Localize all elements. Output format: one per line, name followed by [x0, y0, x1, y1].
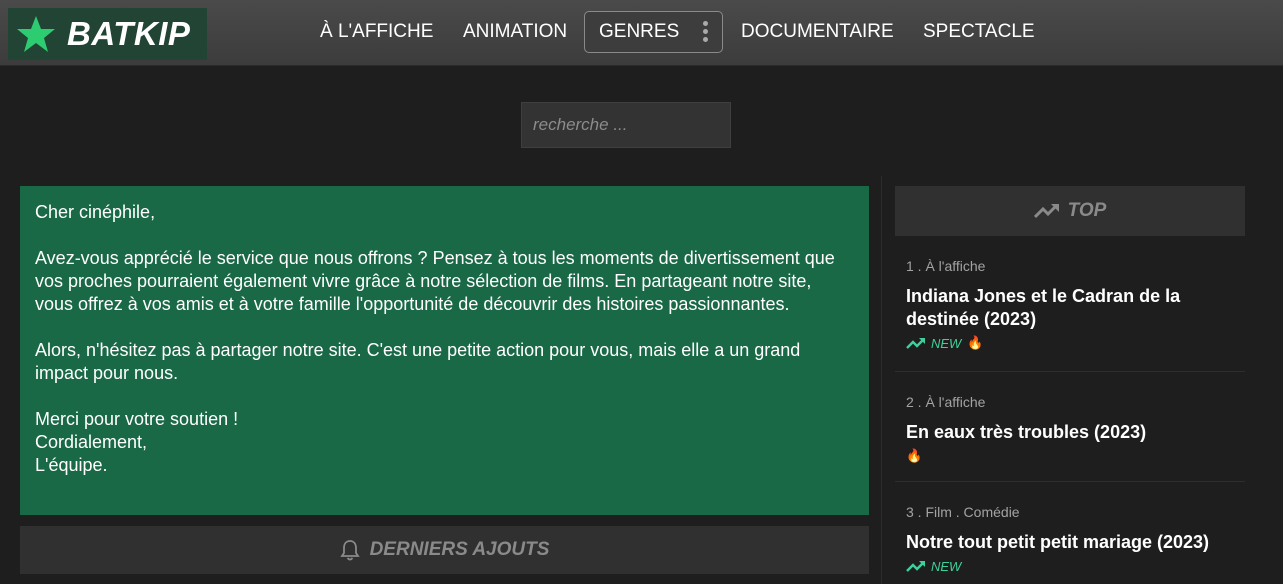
top-item-badges: NEW: [906, 557, 1245, 575]
top-item-meta: 1 . À l'affiche: [906, 258, 986, 274]
fire-icon: 🔥: [967, 335, 984, 350]
nav-item-a-l-affiche[interactable]: À L'AFFICHE: [320, 21, 433, 43]
message-closing-signature: L'équipe.: [35, 455, 108, 475]
top-list-item[interactable]: 1 . À l'affiche Indiana Jones et le Cadr…: [895, 258, 1245, 372]
fire-icon: 🔥: [906, 448, 923, 463]
top-item-title[interactable]: Notre tout petit petit mariage (2023): [906, 531, 1245, 554]
trending-up-icon: [906, 561, 925, 572]
top-item-meta: 3 . Film . Comédie: [906, 504, 1020, 520]
top-item-badges: NEW 🔥: [906, 334, 1245, 352]
trending-up-icon: [1033, 203, 1059, 219]
top-item-title[interactable]: Indiana Jones et le Cadran de la destiné…: [906, 285, 1245, 331]
new-badge-label: NEW: [931, 335, 962, 351]
top-section-label: TOP: [1067, 200, 1107, 221]
brand-name: BATKIP: [67, 15, 191, 52]
message-paragraph-1: Avez-vous apprécié le service que nous o…: [35, 248, 835, 314]
message-closing: Merci pour votre soutien ! Cordialement,…: [35, 408, 854, 477]
star-icon: [17, 16, 55, 52]
share-message-panel: Cher cinéphile, Avez-vous apprécié le se…: [20, 186, 869, 515]
top-list-item[interactable]: 3 . Film . Comédie Notre tout petit peti…: [895, 504, 1245, 584]
genres-label: GENRES: [599, 21, 680, 42]
trending-up-icon: [906, 338, 925, 349]
message-closing-thanks: Merci pour votre soutien !: [35, 409, 239, 429]
bell-icon: [339, 540, 360, 561]
top-list-item[interactable]: 2 . À l'affiche En eaux très troubles (2…: [895, 394, 1245, 482]
new-badge-label: NEW: [931, 558, 962, 574]
search-input[interactable]: [521, 102, 731, 148]
top-item-meta: 2 . À l'affiche: [906, 394, 986, 410]
brand-logo[interactable]: BATKIP: [8, 8, 207, 60]
nav-item-genres-dropdown[interactable]: GENRES: [584, 11, 723, 53]
top-section-header: TOP: [895, 186, 1245, 236]
more-vertical-icon: [703, 21, 709, 43]
nav-item-spectacle[interactable]: SPECTACLE: [923, 21, 1035, 43]
nav-item-animation[interactable]: ANIMATION: [463, 21, 567, 43]
new-badge: NEW: [906, 336, 961, 351]
nav-item-documentaire[interactable]: DOCUMENTAIRE: [741, 21, 894, 43]
message-greeting: Cher cinéphile,: [35, 202, 156, 222]
new-badge: NEW: [906, 559, 961, 574]
column-divider: [881, 176, 882, 584]
message-closing-regards: Cordialement,: [35, 432, 148, 452]
top-item-title[interactable]: En eaux très troubles (2023): [906, 421, 1245, 444]
latest-additions-label: DERNIERS AJOUTS: [369, 539, 550, 560]
message-paragraph-2: Alors, n'hésitez pas à partager notre si…: [35, 340, 801, 383]
top-navigation-bar: BATKIP À L'AFFICHE ANIMATION GENRES DOCU…: [0, 0, 1283, 66]
top-item-badges: 🔥: [906, 447, 1245, 465]
latest-additions-header: DERNIERS AJOUTS: [20, 526, 869, 574]
